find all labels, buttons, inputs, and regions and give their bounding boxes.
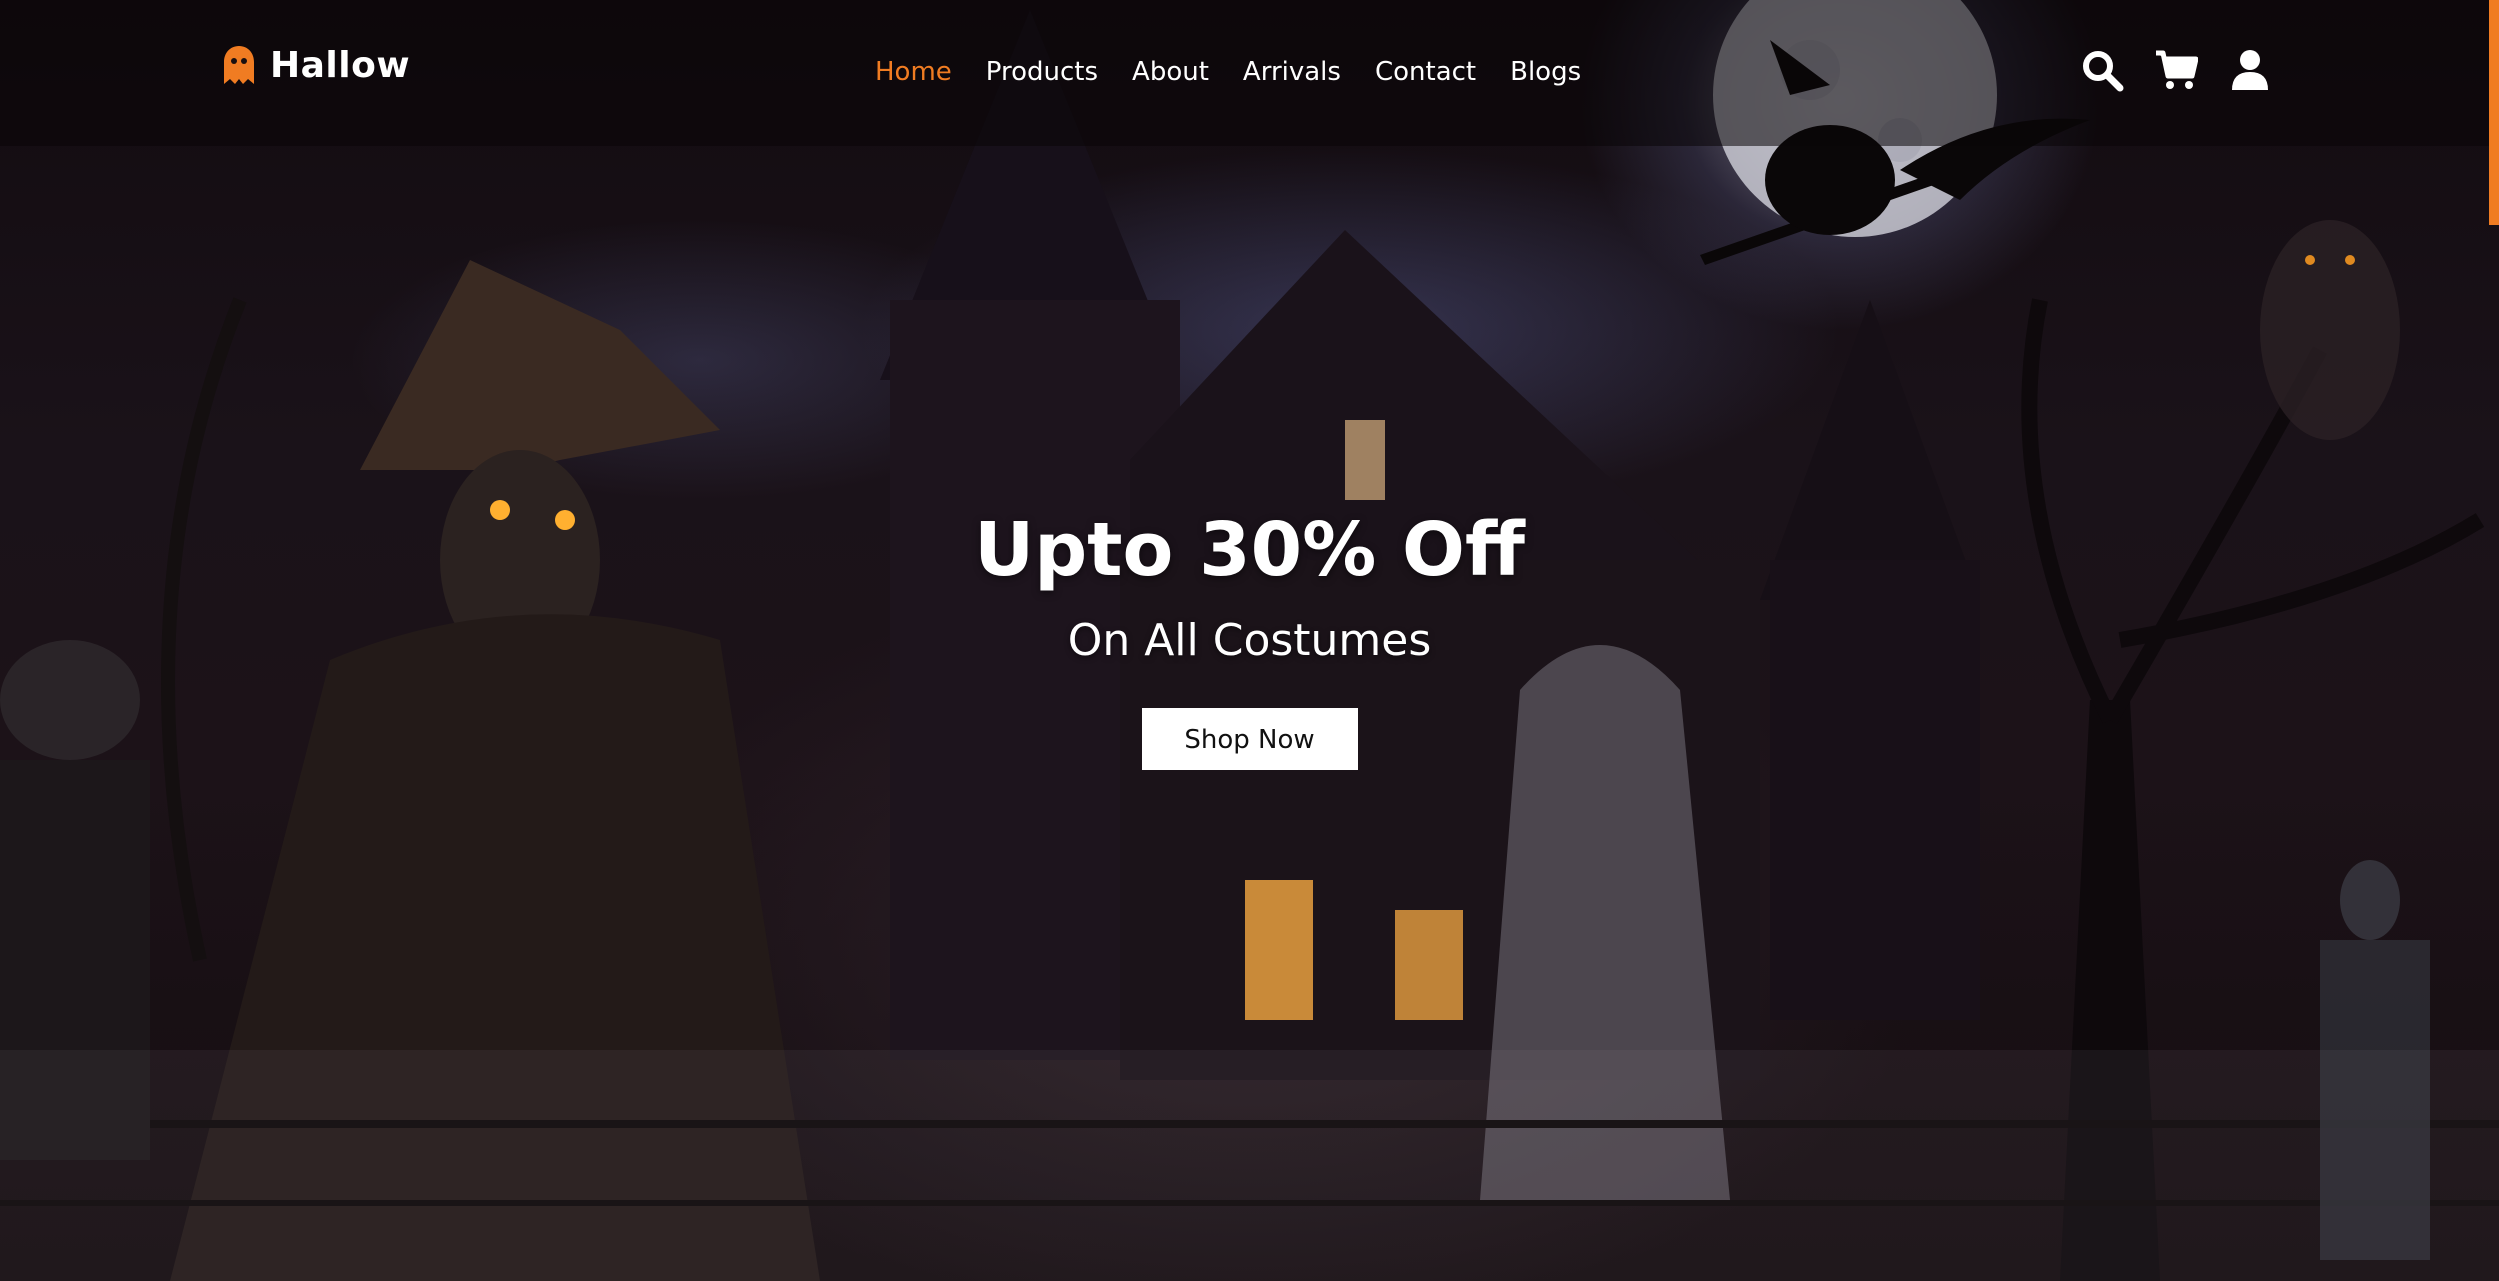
hero-subtitle: On All Costumes [1067, 615, 1432, 666]
nav-item-arrivals[interactable]: Arrivals [1243, 52, 1341, 92]
brand-name: Hallow [270, 44, 411, 86]
nav-item-contact[interactable]: Contact [1375, 52, 1476, 92]
user-icon[interactable] [2228, 48, 2272, 92]
hero-title: Upto 30% Off [974, 507, 1525, 593]
main-nav: Home Products About Arrivals Contact Blo… [875, 52, 1581, 92]
nav-item-products[interactable]: Products [986, 52, 1098, 92]
nav-item-home[interactable]: Home [875, 52, 952, 92]
search-icon[interactable] [2080, 48, 2124, 92]
brand-logo[interactable]: Hallow [222, 44, 410, 86]
hero-section: Upto 30% Off On All Costumes Shop Now [0, 500, 2499, 770]
header-actions [2080, 48, 2272, 92]
shop-now-button[interactable]: Shop Now [1141, 708, 1358, 770]
page: Hallow Home Products About Arrivals Cont… [0, 0, 2499, 1281]
nav-item-blogs[interactable]: Blogs [1510, 52, 1581, 92]
nav-item-about[interactable]: About [1132, 52, 1209, 92]
ghost-icon [224, 46, 254, 84]
site-header: Hallow Home Products About Arrivals Cont… [0, 0, 2499, 146]
cart-icon[interactable] [2154, 48, 2198, 92]
scrollbar-thumb[interactable] [2489, 0, 2499, 225]
